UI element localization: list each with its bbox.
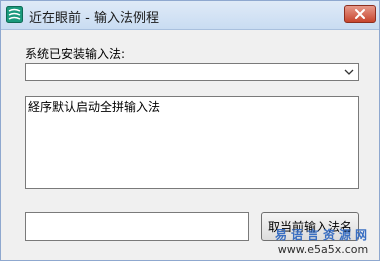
watermark-url: www.e5a5x.com [277, 243, 369, 256]
window-title: 近在眼前 - 输入法例程 [29, 11, 159, 26]
main-window: 近在眼前 - 输入法例程 系统已安装输入法: 経序默认启动全拼输入法 取当前输入… [0, 0, 380, 261]
output-text-area[interactable]: 経序默认启动全拼输入法 [25, 96, 359, 189]
ime-name-input[interactable] [25, 212, 249, 241]
installed-ime-label: 系统已安装输入法: [25, 47, 126, 61]
title-bar[interactable]: 近在眼前 - 输入法例程 [1, 1, 379, 30]
get-current-ime-button[interactable]: 取当前输入法名 [261, 212, 359, 241]
ime-combobox[interactable] [25, 63, 359, 81]
app-logo-icon [6, 6, 23, 23]
chevron-down-icon[interactable] [344, 67, 354, 77]
close-button[interactable] [344, 5, 376, 23]
close-icon [355, 9, 365, 19]
